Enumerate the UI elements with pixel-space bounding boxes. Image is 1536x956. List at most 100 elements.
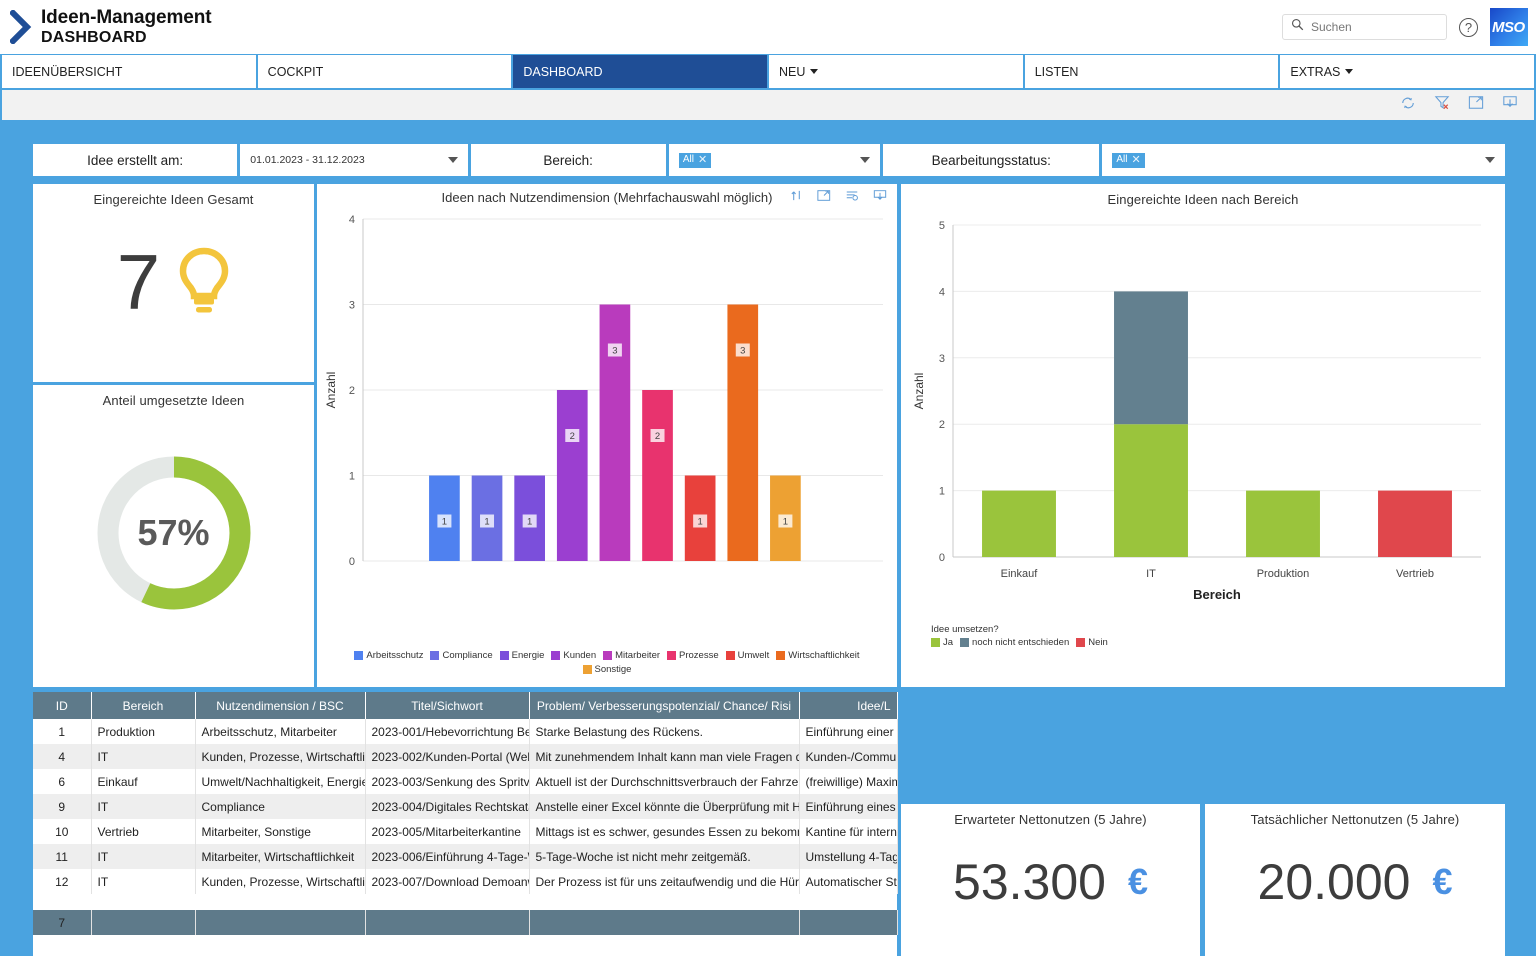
- nav-tab-cockpit[interactable]: COCKPIT: [258, 55, 512, 88]
- remove-chip-icon[interactable]: ✕: [1131, 155, 1140, 166]
- filter-status-chip[interactable]: All ✕: [1112, 153, 1144, 168]
- legend-item[interactable]: Wirtschaftlichkeit: [776, 650, 859, 661]
- cell-bereich: Vertrieb: [91, 819, 195, 844]
- euro-icon: €: [1432, 861, 1452, 903]
- legend-label: Prozesse: [679, 650, 719, 661]
- svg-text:1: 1: [783, 517, 788, 528]
- chart2-plot[interactable]: 012345AnzahlEinkaufITProduktionVertriebB…: [901, 207, 1505, 617]
- nav-tab-listen[interactable]: LISTEN: [1025, 55, 1279, 88]
- legend-item[interactable]: Energie: [500, 650, 545, 661]
- nav-tab-dashboard[interactable]: DASHBOARD: [513, 55, 767, 88]
- download-icon[interactable]: [873, 189, 887, 207]
- dashboard-toolbar: [2, 90, 1534, 120]
- table-row[interactable]: 1ProduktionArbeitsschutz, Mitarbeiter202…: [33, 719, 897, 744]
- fullscreen-icon[interactable]: [817, 189, 831, 207]
- legend-item[interactable]: Kunden: [551, 650, 596, 661]
- col-problem[interactable]: Problem/ Verbesserungspotenzial/ Chance/…: [529, 692, 799, 719]
- legend-item[interactable]: Prozesse: [667, 650, 719, 661]
- table-row[interactable]: 9ITCompliance2023-004/Digitales Rechtska…: [33, 794, 897, 819]
- svg-text:Anzahl: Anzahl: [912, 373, 926, 410]
- chevron-down-icon: [448, 157, 458, 163]
- remove-chip-icon[interactable]: ✕: [698, 155, 707, 166]
- svg-text:IT: IT: [1146, 568, 1156, 580]
- fullscreen-icon[interactable]: [1468, 95, 1484, 115]
- svg-text:2: 2: [939, 419, 945, 431]
- svg-text:1: 1: [939, 486, 945, 498]
- col-titel[interactable]: Titel/Sichwort: [365, 692, 529, 719]
- nav-tab-neu[interactable]: NEU: [769, 55, 1023, 88]
- kpi-total-ideas-tile: Eingereichte Ideen Gesamt 7: [33, 184, 314, 382]
- legend-swatch: [1076, 638, 1085, 647]
- svg-text:1: 1: [527, 517, 532, 528]
- legend-item[interactable]: noch nicht entschieden: [960, 637, 1069, 648]
- cell-bereich: IT: [91, 744, 195, 769]
- refresh-icon[interactable]: [1400, 96, 1416, 115]
- cell-titel: 2023-004/Digitales Rechtskatas: [365, 794, 529, 819]
- legend-item[interactable]: Ja: [931, 637, 953, 648]
- cell-id: 11: [33, 844, 91, 869]
- euro-icon: €: [1128, 861, 1148, 903]
- table-footer-row: 7: [33, 910, 897, 935]
- kpi-implemented-ratio-tile: Anteil umgesetzte Ideen 57%: [33, 385, 314, 687]
- filter-status-select[interactable]: All ✕: [1102, 144, 1505, 176]
- legend-label: Sonstige: [595, 664, 632, 675]
- svg-text:Anzahl: Anzahl: [324, 372, 338, 409]
- footer-count: 7: [33, 910, 91, 935]
- cell-bereich: Einkauf: [91, 769, 195, 794]
- table-row[interactable]: 4ITKunden, Prozesse, Wirtschaftlich2023-…: [33, 744, 897, 769]
- legend-item[interactable]: Umwelt: [726, 650, 770, 661]
- search-input[interactable]: Suchen: [1282, 14, 1447, 40]
- cell-problem: Starke Belastung des Rückens.: [529, 719, 799, 744]
- cell-titel: 2023-006/Einführung 4-Tage-W: [365, 844, 529, 869]
- cell-problem: Anstelle einer Excel könnte die Überprüf…: [529, 794, 799, 819]
- filter-date-select[interactable]: 01.01.2023 - 31.12.2023: [240, 144, 467, 176]
- chart-ideen-nach-bereich-tile: Eingereichte Ideen nach Bereich 012345An…: [901, 184, 1505, 687]
- table-row[interactable]: 11ITMitarbeiter, Wirtschaftlichkeit2023-…: [33, 844, 897, 869]
- table-row[interactable]: 10VertriebMitarbeiter, Sonstige2023-005/…: [33, 819, 897, 844]
- help-icon[interactable]: ?: [1459, 18, 1478, 37]
- col-idee[interactable]: Idee/L: [799, 692, 897, 719]
- sort-icon[interactable]: [790, 189, 803, 207]
- clear-filter-icon[interactable]: [1434, 95, 1450, 115]
- cell-nutzendimension: Kunden, Prozesse, Wirtschaftlich: [195, 869, 365, 894]
- legend-item[interactable]: Sonstige: [583, 664, 632, 675]
- nav-tab-label: NEU: [779, 65, 805, 79]
- chart1-plot[interactable]: 01234Anzahl111232131: [317, 205, 897, 645]
- cell-bereich: IT: [91, 794, 195, 819]
- legend-swatch: [430, 651, 439, 660]
- download-icon[interactable]: [1502, 95, 1518, 115]
- svg-text:3: 3: [349, 300, 355, 312]
- cell-id: 10: [33, 819, 91, 844]
- legend-item[interactable]: Nein: [1076, 637, 1108, 648]
- nav-tab-extras[interactable]: EXTRAS: [1280, 55, 1534, 88]
- app-subtitle: DASHBOARD: [41, 29, 212, 46]
- filter-bereich-chip[interactable]: All ✕: [679, 153, 711, 168]
- nav-tab-label: LISTEN: [1035, 65, 1079, 79]
- col-nutzendimension[interactable]: Nutzendimension / BSC: [195, 692, 365, 719]
- legend-item[interactable]: Compliance: [430, 650, 492, 661]
- explore-icon[interactable]: [845, 189, 859, 207]
- nav-tab-label: EXTRAS: [1290, 65, 1340, 79]
- main-navigation: IDEENÜBERSICHT COCKPIT DASHBOARD NEU LIS…: [0, 55, 1536, 88]
- kpi-expected-title: Erwarteter Nettonutzen (5 Jahre): [901, 804, 1200, 827]
- nav-tab-label: COCKPIT: [268, 65, 324, 79]
- col-bereich[interactable]: Bereich: [91, 692, 195, 719]
- kpi-expected-value: 53.300: [953, 857, 1106, 907]
- table-spacer: [33, 894, 897, 910]
- table-row[interactable]: 6EinkaufUmwelt/Nachhaltigkeit, Energie20…: [33, 769, 897, 794]
- legend-item[interactable]: Arbeitsschutz: [354, 650, 423, 661]
- legend-item[interactable]: Mitarbeiter: [603, 650, 660, 661]
- table-row[interactable]: 12ITKunden, Prozesse, Wirtschaftlich2023…: [33, 869, 897, 894]
- cell-bereich: Produktion: [91, 719, 195, 744]
- filter-bereich-select[interactable]: All ✕: [669, 144, 880, 176]
- nav-tab-ideenuebersicht[interactable]: IDEENÜBERSICHT: [2, 55, 256, 88]
- chart2-legend-items: Ja noch nicht entschieden Nein: [931, 637, 1505, 648]
- cell-nutzendimension: Mitarbeiter, Sonstige: [195, 819, 365, 844]
- cell-idee: Kantine für interne: [799, 819, 897, 844]
- cell-problem: Mittags ist es schwer, gesundes Essen zu…: [529, 819, 799, 844]
- filter-date-value: 01.01.2023 - 31.12.2023: [250, 154, 364, 166]
- svg-text:3: 3: [939, 353, 945, 365]
- svg-text:0: 0: [349, 556, 355, 568]
- filter-bar: Idee erstellt am: 01.01.2023 - 31.12.202…: [33, 144, 1505, 176]
- col-id[interactable]: ID: [33, 692, 91, 719]
